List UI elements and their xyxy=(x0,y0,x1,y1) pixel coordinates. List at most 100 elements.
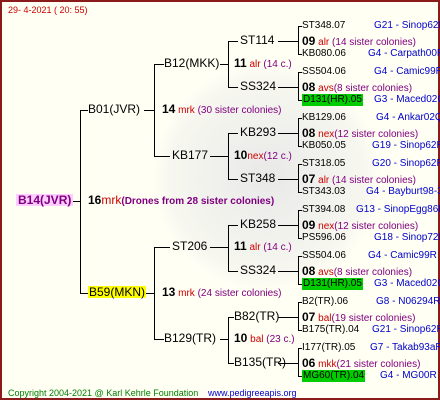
mating-info: 07 alr (14 sister colonies) xyxy=(302,172,416,186)
queen-root[interactable]: B14(JVR) xyxy=(16,194,74,206)
connector xyxy=(228,41,229,87)
origin-label: G18 - Sinop72R xyxy=(374,232,440,243)
mating-info: 06 mkk(21 sister colonies) xyxy=(302,356,421,370)
connector xyxy=(278,87,298,88)
connector xyxy=(278,179,298,180)
mating-info: 08 avs(8 sister colonies) xyxy=(302,264,413,278)
connector xyxy=(210,156,228,157)
connector xyxy=(298,256,299,284)
queen-gen3[interactable]: ST114 xyxy=(240,34,274,46)
origin-label: G13 - SinopEgg86R xyxy=(356,204,440,215)
connector xyxy=(228,271,238,272)
mating-info: 10nex(12 c.) xyxy=(234,148,292,162)
origin-label: G3 - Maced02Q xyxy=(374,94,440,105)
connector xyxy=(154,64,155,156)
connector xyxy=(228,133,229,179)
connector xyxy=(220,64,228,65)
connector xyxy=(278,317,298,318)
connector xyxy=(154,156,170,157)
copyright-text: Copyright 2004-2021 @ Karl Kehrle Founda… xyxy=(8,388,199,398)
root-mating-info: 16mrk(Drones from 28 sister colonies) xyxy=(88,193,275,207)
mating-info: 08 nex(12 sister colonies) xyxy=(302,126,419,140)
connector xyxy=(228,133,238,134)
mating-info: 09 alr (14 sister colonies) xyxy=(302,34,416,48)
mating-info: 14 mrk (30 sister colonies) xyxy=(162,102,282,116)
queen-gen3[interactable]: B82(TR) xyxy=(234,310,279,322)
connector xyxy=(154,64,164,65)
origin-label: G4 - Bayburt98-3 xyxy=(366,186,440,197)
connector xyxy=(298,210,299,238)
queen-gen4[interactable]: ST343.03 xyxy=(302,186,345,198)
connector xyxy=(278,271,298,272)
connector xyxy=(228,317,229,363)
origin-label: G7 - Takab93aR xyxy=(370,342,440,353)
queen-gen4[interactable]: D131(HR).05 xyxy=(302,278,363,290)
queen-gen4[interactable]: SS504.06 xyxy=(302,66,346,78)
origin-label: G4 - Carpath00R xyxy=(368,48,440,59)
mating-info: 11 alr (14 c.) xyxy=(234,56,292,70)
queen-gen4[interactable]: KB129.06 xyxy=(302,112,346,124)
queen-gen1-dam[interactable]: B59(MKN) xyxy=(88,286,147,298)
origin-label: G3 - Maced02Q xyxy=(374,278,440,289)
queen-gen4[interactable]: SS504.06 xyxy=(302,250,346,262)
connector xyxy=(278,133,298,134)
origin-label: G20 - Sinop62R xyxy=(372,158,440,169)
connector xyxy=(298,118,299,146)
queen-gen2[interactable]: KB177 xyxy=(172,149,208,161)
origin-label: G19 - Sinop62R xyxy=(372,140,440,151)
queen-gen4[interactable]: ST394.08 xyxy=(302,204,345,216)
connector xyxy=(80,110,88,111)
origin-label: G4 - Ankar02Q xyxy=(376,112,440,123)
queen-gen3[interactable]: SS324 xyxy=(240,80,276,92)
connector xyxy=(154,247,170,248)
origin-label: G21 - Sinop62R xyxy=(372,324,440,335)
queen-gen3[interactable]: SS324 xyxy=(240,264,276,276)
queen-gen4[interactable]: KB080.06 xyxy=(302,48,346,60)
queen-gen4[interactable]: KB050.05 xyxy=(302,140,346,152)
mating-info: 13 mrk (24 sister colonies) xyxy=(162,285,282,299)
connector xyxy=(298,348,299,376)
chart-date: 29- 4-2021 ( 20: 55) xyxy=(8,5,88,15)
queen-gen4[interactable]: I177(TR).05 xyxy=(302,342,355,354)
connector xyxy=(154,247,155,339)
connector xyxy=(210,247,228,248)
origin-label: G4 - Camic99R xyxy=(368,250,437,261)
pedigree-chart: 29- 4-2021 ( 20: 55) Copyright 2004-2021… xyxy=(0,0,440,400)
origin-label: G21 - Sinop62R xyxy=(374,20,440,31)
connector xyxy=(228,225,238,226)
queen-gen3[interactable]: KB293 xyxy=(240,126,276,138)
queen-gen3[interactable]: KB258 xyxy=(240,218,276,230)
origin-label: G4 - MG00R xyxy=(380,370,437,381)
connector xyxy=(154,339,164,340)
connector xyxy=(228,179,238,180)
connector xyxy=(144,110,154,111)
connector xyxy=(80,110,81,293)
connector xyxy=(220,339,228,340)
connector xyxy=(298,72,299,100)
origin-label: G4 - Camic99R xyxy=(374,66,440,77)
mating-info: 08 avs(8 sister colonies) xyxy=(302,80,413,94)
queen-gen4[interactable]: ST318.05 xyxy=(302,158,345,170)
queen-gen2[interactable]: B129(TR) xyxy=(164,332,216,344)
queen-gen4[interactable]: B175(TR).04 xyxy=(302,324,359,336)
queen-gen2[interactable]: ST206 xyxy=(172,240,207,252)
website-link[interactable]: www.pedigreeapis.org xyxy=(208,387,297,399)
queen-gen4[interactable]: D131(HR).05 xyxy=(302,94,363,106)
queen-gen1-sire[interactable]: B01(JVR) xyxy=(88,103,140,115)
queen-gen3[interactable]: B135(TR) xyxy=(234,356,286,368)
connector xyxy=(298,26,299,54)
mating-info: 11 alr (14 c.) xyxy=(234,239,292,253)
queen-gen4[interactable]: MG60(TR).04 xyxy=(302,370,366,382)
queen-gen2[interactable]: B12(MKK) xyxy=(164,57,219,69)
connector xyxy=(228,87,238,88)
connector xyxy=(278,41,298,42)
origin-label: G8 - N06294R xyxy=(376,296,440,307)
mating-info: 09 nex(12 sister colonies) xyxy=(302,218,419,232)
connector xyxy=(80,293,88,294)
connector xyxy=(298,302,299,330)
queen-gen3[interactable]: ST348 xyxy=(240,172,275,184)
queen-gen4[interactable]: PS596.06 xyxy=(302,232,346,244)
queen-gen4[interactable]: B2(TR).06 xyxy=(302,296,348,308)
connector xyxy=(228,41,238,42)
queen-gen4[interactable]: ST348.07 xyxy=(302,20,345,32)
